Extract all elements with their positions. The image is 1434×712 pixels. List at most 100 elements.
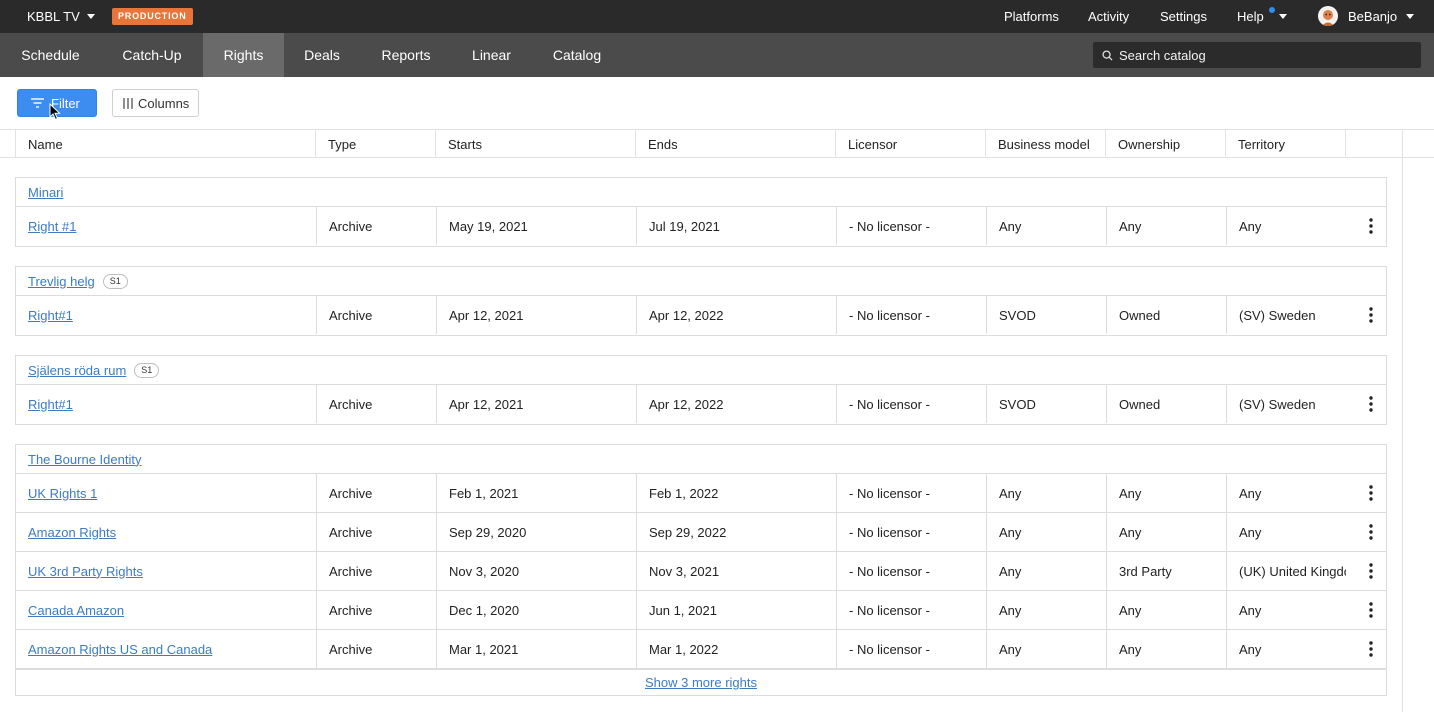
- column-header-territory[interactable]: Territory: [1225, 130, 1345, 158]
- table-row: Right#1 Archive Apr 12, 2021 Apr 12, 202…: [16, 296, 1386, 335]
- table-row: Right #1 Archive May 19, 2021 Jul 19, 20…: [16, 207, 1386, 246]
- column-header-licensor[interactable]: Licensor: [835, 130, 985, 158]
- title-link[interactable]: The Bourne Identity: [28, 452, 141, 467]
- caret-down-icon: [1278, 14, 1287, 19]
- activity-link[interactable]: Activity: [1088, 0, 1129, 33]
- cell-territory: (SV) Sweden: [1226, 385, 1346, 423]
- cell-name: Canada Amazon: [16, 591, 316, 629]
- cell-territory: (SV) Sweden: [1226, 296, 1346, 334]
- show-more-row: Show 3 more rights: [16, 669, 1386, 695]
- caret-down-icon: [1406, 14, 1415, 19]
- kebab-menu-icon[interactable]: [1356, 385, 1386, 423]
- column-header-starts[interactable]: Starts: [435, 130, 635, 158]
- title-group: The Bourne Identity UK Rights 1 Archive …: [15, 444, 1387, 696]
- cell-starts: Apr 12, 2021: [436, 296, 636, 334]
- right-link[interactable]: Canada Amazon: [28, 603, 124, 618]
- kebab-menu-icon[interactable]: [1356, 552, 1386, 590]
- user-name: BeBanjo: [1348, 9, 1398, 24]
- cell-name: Right#1: [16, 296, 316, 334]
- cell-licensor: - No licensor -: [836, 552, 986, 590]
- title-link[interactable]: Minari: [28, 185, 63, 200]
- right-link[interactable]: Right #1: [28, 219, 76, 234]
- title-group: Själens röda rum S1 Right#1 Archive Apr …: [15, 355, 1387, 425]
- season-badge: S1: [102, 273, 128, 289]
- kebab-menu-icon[interactable]: [1356, 474, 1386, 512]
- tab-linear[interactable]: Linear: [452, 33, 531, 77]
- cell-type: Archive: [316, 296, 436, 334]
- help-menu[interactable]: Help: [1237, 0, 1287, 33]
- title-link[interactable]: Trevlig helg: [28, 274, 95, 289]
- cell-ends: Sep 29, 2022: [636, 513, 836, 551]
- right-link[interactable]: Amazon Rights: [28, 525, 116, 540]
- table-row: Right#1 Archive Apr 12, 2021 Apr 12, 202…: [16, 385, 1386, 424]
- kebab-menu-icon[interactable]: [1356, 207, 1386, 245]
- cell-starts: Nov 3, 2020: [436, 552, 636, 590]
- kebab-menu-icon[interactable]: [1356, 591, 1386, 629]
- top-bar: KBBL TV PRODUCTION Platforms Activity Se…: [0, 0, 1434, 33]
- column-header-business-model[interactable]: Business model: [985, 130, 1105, 158]
- user-menu[interactable]: BeBanjo: [1348, 0, 1415, 33]
- column-header-ownership[interactable]: Ownership: [1105, 130, 1225, 158]
- cell-name: UK Rights 1: [16, 474, 316, 512]
- cell-ends: Jul 19, 2021: [636, 207, 836, 245]
- search-box: [1093, 42, 1421, 68]
- cell-ownership: Owned: [1106, 385, 1226, 423]
- column-header-type[interactable]: Type: [315, 130, 435, 158]
- cell-business-model: SVOD: [986, 385, 1106, 423]
- columns-icon: [123, 97, 133, 109]
- column-header-name[interactable]: Name: [15, 130, 315, 158]
- table-row: Canada Amazon Archive Dec 1, 2020 Jun 1,…: [16, 591, 1386, 630]
- cell-licensor: - No licensor -: [836, 513, 986, 551]
- tab-catch-up[interactable]: Catch-Up: [101, 33, 203, 77]
- tab-schedule[interactable]: Schedule: [0, 33, 101, 77]
- search-input[interactable]: [1119, 47, 1409, 63]
- table-row: UK 3rd Party Rights Archive Nov 3, 2020 …: [16, 552, 1386, 591]
- cell-starts: Sep 29, 2020: [436, 513, 636, 551]
- kebab-menu-icon[interactable]: [1356, 630, 1386, 668]
- cell-territory: Any: [1226, 591, 1346, 629]
- cell-type: Archive: [316, 513, 436, 551]
- account-switcher[interactable]: KBBL TV: [27, 0, 95, 33]
- right-link[interactable]: Right#1: [28, 308, 73, 323]
- cell-business-model: Any: [986, 552, 1106, 590]
- title-link[interactable]: Själens röda rum: [28, 363, 126, 378]
- cell-licensor: - No licensor -: [836, 630, 986, 668]
- account-name: KBBL TV: [27, 9, 80, 24]
- cell-territory: Any: [1226, 207, 1346, 245]
- columns-label: Columns: [138, 95, 190, 111]
- platforms-link[interactable]: Platforms: [1004, 0, 1059, 33]
- season-badge: S1: [134, 362, 160, 378]
- cell-name: Right #1: [16, 207, 316, 245]
- table-right-divider: [1402, 130, 1403, 712]
- tab-rights[interactable]: Rights: [203, 33, 284, 77]
- right-link[interactable]: UK 3rd Party Rights: [28, 564, 143, 579]
- table-row: Amazon Rights US and Canada Archive Mar …: [16, 630, 1386, 669]
- avatar-icon[interactable]: [1318, 6, 1338, 26]
- column-header-actions: [1345, 130, 1403, 158]
- show-more-rights-link[interactable]: Show 3 more rights: [645, 675, 757, 690]
- column-header-ends[interactable]: Ends: [635, 130, 835, 158]
- group-header: Minari: [16, 178, 1386, 207]
- help-label: Help: [1237, 9, 1264, 24]
- columns-button[interactable]: Columns: [112, 89, 199, 117]
- table-row: Amazon Rights Archive Sep 29, 2020 Sep 2…: [16, 513, 1386, 552]
- right-link[interactable]: UK Rights 1: [28, 486, 97, 501]
- cell-starts: May 19, 2021: [436, 207, 636, 245]
- cell-territory: Any: [1226, 474, 1346, 512]
- right-link[interactable]: Right#1: [28, 397, 73, 412]
- mouse-cursor-icon: [49, 103, 61, 121]
- tab-reports[interactable]: Reports: [360, 33, 452, 77]
- cell-licensor: - No licensor -: [836, 474, 986, 512]
- cell-territory: (UK) United Kingdom: [1226, 552, 1346, 590]
- kebab-menu-icon[interactable]: [1356, 513, 1386, 551]
- kebab-menu-icon[interactable]: [1356, 296, 1386, 334]
- settings-link[interactable]: Settings: [1160, 0, 1207, 33]
- cell-ownership: Owned: [1106, 296, 1226, 334]
- cell-territory: Any: [1226, 513, 1346, 551]
- tab-catalog[interactable]: Catalog: [531, 33, 623, 77]
- cell-ends: Apr 12, 2022: [636, 296, 836, 334]
- right-link[interactable]: Amazon Rights US and Canada: [28, 642, 212, 657]
- cell-territory: Any: [1226, 630, 1346, 668]
- title-group: Minari Right #1 Archive May 19, 2021 Jul…: [15, 177, 1387, 247]
- tab-deals[interactable]: Deals: [284, 33, 360, 77]
